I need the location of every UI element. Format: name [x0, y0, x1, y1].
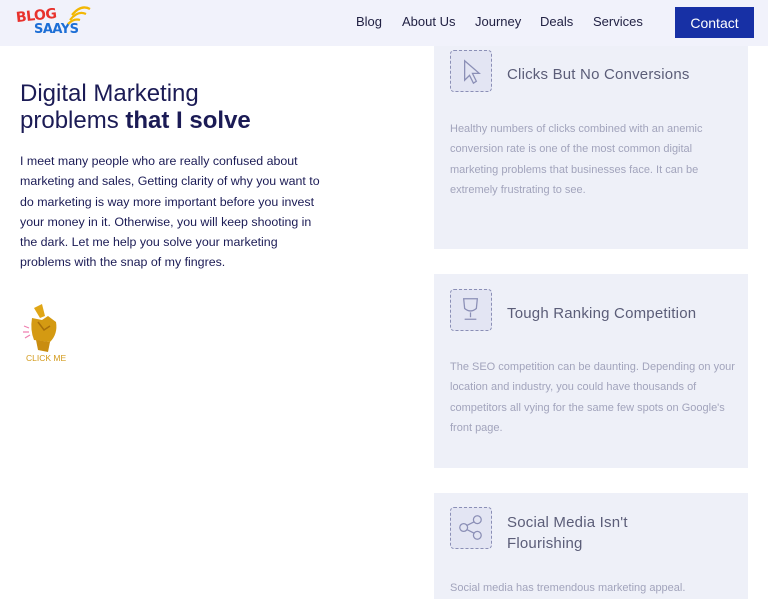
problem-card: Clicks But No Conversions Healthy number…: [434, 46, 748, 249]
card-title: Tough Ranking Competition: [507, 305, 697, 322]
signal-waves-icon: [67, 6, 91, 25]
site-header: BLOG SAAYS Blog About Us Journey Deals S…: [0, 0, 768, 46]
card-text: Healthy numbers of clicks combined with …: [450, 123, 703, 196]
nav-blog[interactable]: Blog: [356, 14, 382, 29]
card-title: Clicks But No Conversions: [507, 66, 690, 83]
trophy-icon: [450, 289, 492, 331]
intro-paragraph: I meet many people who are really confus…: [20, 154, 320, 270]
card-text: Social media has tremendous marketing ap…: [450, 582, 686, 594]
nav-journey[interactable]: Journey: [475, 14, 521, 29]
title-plain: problems: [20, 107, 119, 134]
title-line-2: problems that I solve: [20, 107, 251, 134]
problem-card: Tough Ranking Competition The SEO compet…: [434, 274, 748, 468]
contact-button[interactable]: Contact: [675, 7, 754, 38]
blogsaays-logo[interactable]: BLOG SAAYS: [14, 6, 94, 40]
title-line-1: Digital Marketing: [20, 80, 199, 107]
title-bold: that I solve: [125, 107, 251, 134]
problem-card: Social Media Isn't Flourishing Social me…: [434, 493, 748, 599]
social-icon: [450, 507, 492, 549]
nav-about-us[interactable]: About Us: [402, 14, 455, 29]
nav-services[interactable]: Services: [593, 14, 643, 29]
page-title: Digital Marketing problems that I solve: [20, 80, 251, 134]
card-text: The SEO competition can be daunting. Dep…: [450, 361, 735, 434]
nav-deals[interactable]: Deals: [540, 14, 573, 29]
card-title: Social Media Isn't Flourishing: [507, 514, 628, 552]
cursor-click-icon: [450, 50, 492, 92]
click-me-link[interactable]: CLICK ME: [26, 353, 66, 363]
